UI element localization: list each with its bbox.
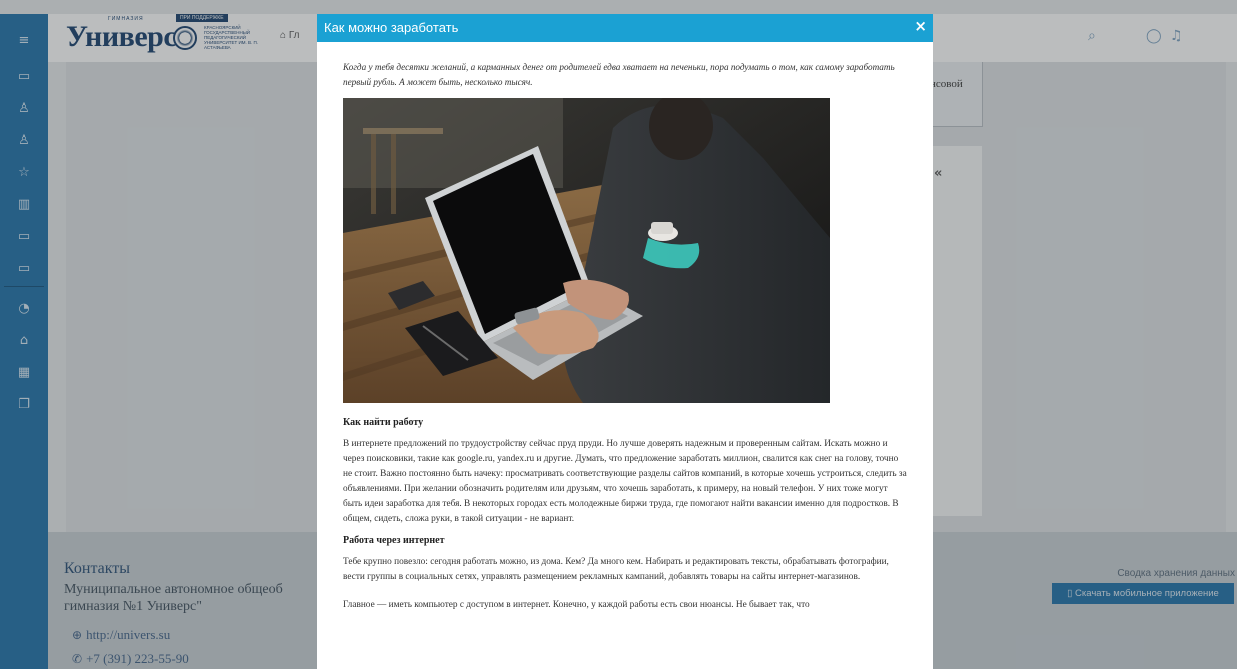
article-photo [343, 98, 830, 403]
close-icon[interactable]: × [914, 17, 927, 35]
article-body: Когда у тебя десятки желаний, а карманны… [343, 60, 909, 613]
section-text-main: Главное — иметь компьютер с доступом в и… [343, 600, 810, 611]
section-text-find-job: В интернете предложений по трудоустройст… [343, 439, 907, 524]
modal-header: Как можно заработать × [317, 14, 933, 42]
section-text-online-work: Тебе крупно повезло: сегодня работать мо… [343, 557, 889, 583]
section-heading-find-job: Как найти работу [343, 417, 424, 428]
laptop-photo-illustration [343, 98, 830, 403]
modal-title: Как можно заработать [324, 20, 459, 35]
section-heading-online-work: Работа через интернет [343, 535, 445, 547]
article-modal: Как можно заработать × Когда у тебя деся… [317, 14, 933, 669]
article-intro: Когда у тебя десятки желаний, а карманны… [343, 62, 895, 87]
